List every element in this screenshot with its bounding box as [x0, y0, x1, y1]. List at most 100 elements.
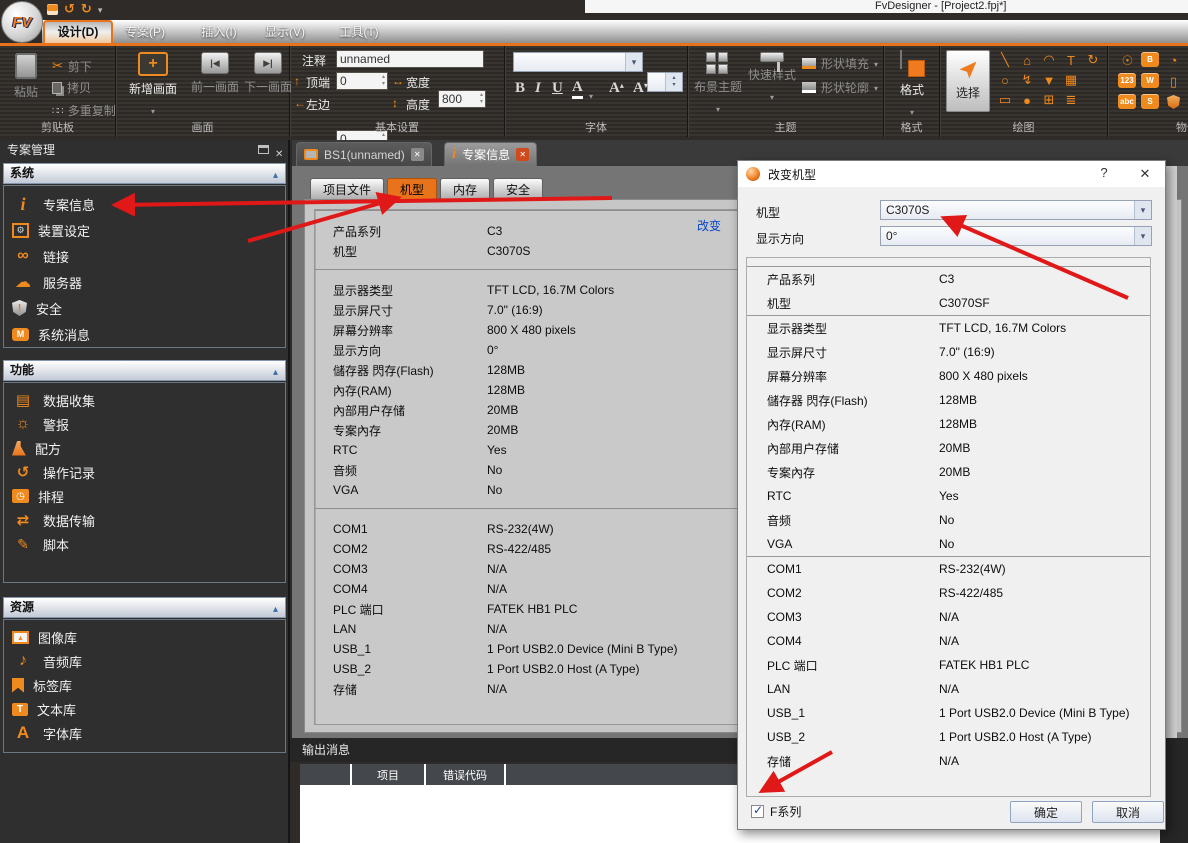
sidebar-item[interactable]: ↺ 操作记录	[4, 460, 285, 484]
cancel-button[interactable]: 取消	[1092, 801, 1164, 823]
cut-button[interactable]: 剪下	[52, 57, 92, 75]
sidebar-item[interactable]: ⚙ 装置设定	[4, 217, 285, 243]
numeric-button-icon[interactable]: 123	[1118, 73, 1136, 88]
quick-style-button[interactable]: 快速样式	[746, 52, 798, 105]
bold-button[interactable]: B	[515, 80, 525, 97]
top-input[interactable]: 0	[336, 72, 388, 90]
tab-project[interactable]: 专案(P)	[118, 24, 172, 40]
prev-screen-button[interactable]: 前一画面	[186, 52, 244, 95]
line-icon[interactable]: ╲	[994, 50, 1016, 70]
output-column-header[interactable]	[300, 764, 350, 785]
doc-tab-project-info[interactable]: i 专案信息	[444, 142, 537, 166]
tab-view[interactable]: 显示(V)	[260, 24, 310, 40]
font-color-caret-icon[interactable]	[589, 86, 593, 104]
font-family-select[interactable]	[513, 52, 643, 72]
bit-button-icon[interactable]: B	[1141, 52, 1159, 67]
[interactable]	[1082, 90, 1104, 110]
output-column-header[interactable]: 错误代码	[426, 764, 504, 785]
undo-icon[interactable]	[64, 0, 75, 18]
string-button-icon[interactable]: S	[1141, 94, 1159, 109]
meter-icon[interactable]: ◔	[1162, 50, 1185, 71]
sidebar-item[interactable]: ⇄ 数据传输	[4, 508, 285, 532]
list-icon[interactable]: ≣	[1060, 90, 1082, 110]
dialog-help-button[interactable]: ?	[1095, 165, 1113, 180]
section-resource[interactable]: 资源	[3, 597, 286, 618]
select-tool-button[interactable]: 选择	[946, 50, 990, 112]
sidebar-item[interactable]: ◷ 排程	[4, 484, 285, 508]
tab-insert[interactable]: 插入(I)	[194, 24, 244, 40]
paste-button[interactable]: 粘贴	[6, 53, 46, 100]
sidebar-item[interactable]: ☼ 警报	[4, 412, 285, 436]
ok-button[interactable]: 确定	[1010, 801, 1082, 823]
rotate-icon[interactable]: ↻	[1082, 50, 1104, 70]
sidebar-item[interactable]: 配方	[4, 436, 285, 460]
word-button-icon[interactable]: W	[1141, 73, 1159, 88]
add-screen-button[interactable]: + 新增画面	[122, 52, 184, 119]
sidebar-item[interactable]: ▤ 数据收集	[4, 388, 285, 412]
save-icon[interactable]	[47, 4, 58, 15]
font-color-button[interactable]: A	[572, 79, 583, 99]
sidebar-item[interactable]: A 字体库	[4, 721, 285, 745]
table-icon[interactable]: ⊞	[1038, 90, 1060, 110]
arc-icon[interactable]: ◠	[1038, 50, 1060, 70]
sidebar-item[interactable]: ! 安全	[4, 295, 285, 321]
output-column-header[interactable]: 项目	[352, 764, 424, 785]
multi-copy-button[interactable]: 多重复制	[52, 101, 116, 119]
copy-button[interactable]: 拷贝	[52, 79, 91, 96]
sidebar-item[interactable]: ☁ 服务器	[4, 269, 285, 295]
pie-icon[interactable]: ▼	[1038, 70, 1060, 90]
shape-outline-button[interactable]: 形状轮廓	[802, 78, 878, 96]
orientation-select[interactable]: 0°	[880, 226, 1152, 246]
tab-project-file[interactable]: 项目文件	[310, 178, 384, 200]
font-size-select[interactable]	[647, 72, 683, 92]
text-button-icon[interactable]: abc	[1118, 94, 1136, 109]
scene-theme-button[interactable]: 布景主题	[692, 52, 744, 117]
rectangle-icon[interactable]: ▭	[994, 90, 1016, 110]
change-model-link[interactable]: 改变	[697, 217, 721, 234]
model-select[interactable]: C3070S	[880, 200, 1152, 220]
close-panel-icon[interactable]	[275, 144, 283, 162]
next-screen-button[interactable]: 下一画面	[244, 52, 292, 95]
tab-memory[interactable]: 内存	[440, 178, 490, 200]
polyline-icon[interactable]: ↯	[1016, 70, 1038, 90]
sidebar-item[interactable]: i 专案信息	[4, 191, 285, 217]
tab-security[interactable]: 安全	[493, 178, 543, 200]
comment-input[interactable]: unnamed	[336, 50, 484, 68]
tab-model[interactable]: 机型	[387, 178, 437, 200]
section-system[interactable]: 系统	[3, 163, 286, 184]
sidebar-item[interactable]: 标签库	[4, 673, 285, 697]
grow-font-button[interactable]: A	[609, 80, 624, 97]
format-button[interactable]: 格式	[892, 51, 932, 120]
app-logo[interactable]: FV	[1, 1, 43, 43]
quick-access-caret-icon[interactable]	[98, 0, 103, 18]
f-series-checkbox[interactable]: F系列	[751, 803, 801, 820]
sidebar-item[interactable]: ∞ 链接	[4, 243, 285, 269]
section-function[interactable]: 功能	[3, 360, 286, 381]
lamp-icon[interactable]: ☉	[1116, 50, 1139, 71]
image-icon[interactable]: ▦	[1060, 70, 1082, 90]
sidebar-item[interactable]: ♪ 音频库	[4, 649, 285, 673]
slider-icon[interactable]: ▯	[1162, 71, 1185, 92]
redo-icon[interactable]	[81, 0, 92, 18]
switch-icon[interactable]	[1167, 95, 1180, 109]
doc-tab-bs1[interactable]: BS1(unnamed)	[296, 142, 432, 166]
[interactable]	[1082, 70, 1104, 90]
dot-icon[interactable]: ●	[1016, 90, 1038, 110]
underline-button[interactable]: U	[552, 80, 563, 97]
tab-design[interactable]: 设计(D)	[43, 20, 113, 44]
shape-fill-button[interactable]: 形状填充	[802, 54, 878, 72]
float-panel-icon[interactable]	[258, 145, 269, 154]
text-icon[interactable]: T	[1060, 50, 1082, 70]
sidebar-item[interactable]: ✎ 脚本	[4, 532, 285, 556]
ellipse-icon[interactable]: ○	[994, 70, 1016, 90]
polygon-icon[interactable]: ⌂	[1016, 50, 1038, 70]
close-tab-icon[interactable]	[516, 148, 529, 161]
dialog-close-icon[interactable]	[1135, 164, 1155, 184]
width-input[interactable]: 800	[438, 90, 486, 108]
tab-tools[interactable]: 工具(T)	[334, 24, 384, 40]
sidebar-item[interactable]: ▲ 图像库	[4, 625, 285, 649]
sidebar-item[interactable]: T 文本库	[4, 697, 285, 721]
sidebar-item[interactable]: M 系统消息	[4, 321, 285, 347]
italic-button[interactable]: I	[535, 80, 541, 97]
shrink-font-button[interactable]: A	[633, 80, 648, 97]
